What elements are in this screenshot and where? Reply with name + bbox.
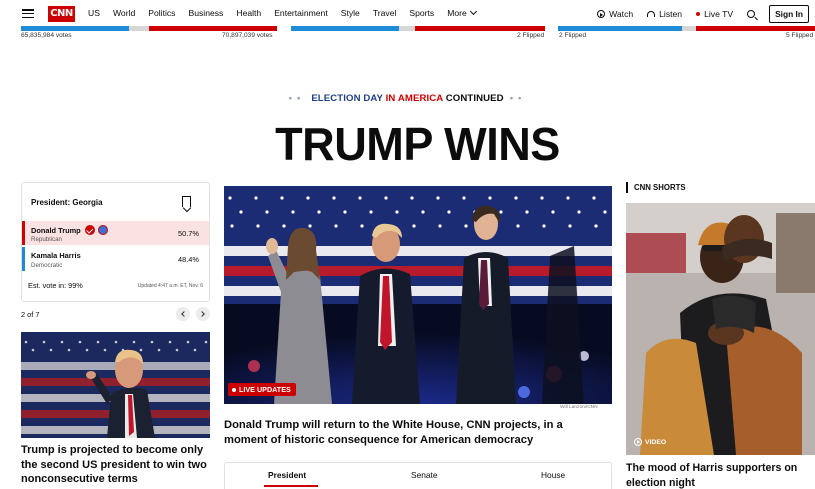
race-card-title: President: Georgia — [31, 198, 103, 207]
kicker-part2: IN AMERICA — [385, 93, 443, 104]
live-dot-icon — [232, 387, 236, 392]
updated-timestamp: Updated 4:47 a.m. ET, Nov. 6 — [137, 283, 203, 289]
photo-credit: Will Lanzoni/CNN — [560, 405, 598, 410]
carousel-prev-button[interactable] — [176, 307, 190, 321]
candidate-row-trump[interactable]: Donald Trump Republican 50.7% — [22, 221, 209, 245]
tab-house[interactable]: House — [541, 470, 565, 480]
chevron-down-icon — [469, 7, 477, 16]
small-story-headline[interactable]: Trump is projected to become only the se… — [21, 443, 210, 487]
nav-link-style[interactable]: Style — [341, 8, 360, 18]
nav-link-sports[interactable]: Sports — [409, 8, 434, 18]
headphones-icon — [647, 11, 656, 17]
listen-button[interactable]: Listen — [647, 9, 682, 19]
sign-in-button[interactable]: Sign In — [769, 5, 809, 23]
candidate-name: Kamala Harris — [31, 251, 81, 260]
nav-link-entertainment[interactable]: Entertainment — [274, 8, 328, 18]
main-story-headline[interactable]: Donald Trump will return to the White Ho… — [224, 418, 604, 447]
harris-supporters-photo[interactable] — [626, 203, 815, 455]
results-bar-gap-segment — [682, 26, 696, 31]
nav-link-us[interactable]: US — [88, 8, 100, 18]
candidate-name-text: Donald Trump — [31, 225, 81, 235]
nav-link-politics[interactable]: Politics — [148, 8, 175, 18]
rep-vote-total: 70,897,039 votes — [222, 32, 273, 39]
candidate-percent: 50.7% — [178, 229, 199, 238]
senate-flipped: 2 Flipped — [517, 32, 545, 39]
trump-pointing-photo-art — [21, 332, 210, 438]
nav-link-more[interactable]: More — [447, 7, 489, 18]
play-circle-icon — [634, 438, 642, 446]
short-video-headline[interactable]: The mood of Harris supporters on electio… — [626, 461, 815, 489]
results-bar-dem-segment — [558, 26, 682, 31]
nav-links: US World Politics Business Health Entert… — [88, 7, 502, 18]
nav-right: Watch Listen Live TV Sign In — [597, 5, 809, 23]
nav-link-health[interactable]: Health — [236, 8, 261, 18]
results-bar-senate — [291, 26, 545, 32]
top-nav: CNN US World Politics Business Health En… — [0, 0, 815, 28]
victory-stage-photo-art — [224, 186, 612, 404]
results-bar-rep-segment — [149, 26, 277, 31]
results-bar-rep-segment — [696, 26, 815, 31]
victory-stage-photo[interactable] — [224, 186, 612, 404]
watch-label: Watch — [609, 9, 634, 19]
results-bar-gap-segment — [399, 26, 415, 31]
page-headline[interactable]: TRUMP WINS — [8, 117, 815, 171]
carousel-next-button[interactable] — [196, 307, 210, 321]
shorts-section-label: CNN SHORTS — [626, 182, 686, 193]
winner-check-icon — [84, 225, 95, 235]
nav-link-business[interactable]: Business — [188, 8, 223, 18]
tab-senate[interactable]: Senate — [411, 470, 438, 480]
live-dot-icon — [696, 12, 701, 16]
live-tv-button[interactable]: Live TV — [696, 9, 733, 19]
flip-icon — [97, 225, 108, 235]
results-bar-house — [558, 26, 815, 32]
candidate-name: Donald Trump — [31, 225, 108, 235]
live-updates-label: LIVE UPDATES — [239, 385, 291, 394]
trump-pointing-photo[interactable] — [21, 332, 210, 438]
carousel-counter: 2 of 7 — [21, 310, 40, 319]
shorts-label-text: CNN SHORTS — [634, 183, 686, 192]
results-bar-gap-segment — [129, 26, 149, 31]
section-marker — [626, 182, 628, 193]
candidate-row-harris[interactable]: Kamala Harris Democratic 48.4% — [22, 247, 209, 271]
nav-link-travel[interactable]: Travel — [373, 8, 397, 18]
candidate-party: Democratic — [31, 262, 63, 269]
kicker-dots-right: •• — [509, 93, 527, 104]
video-tag: VIDEO — [634, 438, 666, 446]
results-bar-rep-segment — [415, 26, 545, 31]
bookmark-icon[interactable] — [182, 196, 191, 207]
listen-label: Listen — [659, 9, 683, 19]
dem-vote-total: 65,835,984 votes — [21, 32, 72, 39]
candidate-party: Republican — [31, 236, 62, 243]
live-updates-badge[interactable]: LIVE UPDATES — [228, 383, 296, 396]
results-bar-dem-segment — [21, 26, 129, 31]
race-card[interactable]: President: Georgia Donald Trump Republic… — [21, 182, 210, 302]
kicker-part3: CONTINUED — [445, 93, 504, 104]
harris-supporters-photo-art — [626, 203, 815, 455]
kicker-part1: ELECTION DAY — [311, 93, 383, 104]
menu-icon[interactable] — [22, 9, 34, 19]
kicker: •• ELECTION DAY IN AMERICA CONTINUED •• — [0, 93, 815, 104]
candidate-name-text: Kamala Harris — [31, 251, 81, 260]
estimated-vote: Est. vote in: 99% — [28, 281, 83, 290]
tab-president[interactable]: President — [268, 470, 306, 480]
watch-button[interactable]: Watch — [597, 9, 633, 19]
active-tab-indicator — [264, 485, 318, 487]
nav-link-world[interactable]: World — [113, 8, 135, 18]
house-flipped-dem: 2 Flipped — [559, 32, 587, 39]
chevron-left-icon — [181, 311, 187, 317]
house-flipped-rep: 5 Flipped — [786, 32, 814, 39]
video-tag-label: VIDEO — [645, 438, 667, 446]
cnn-logo[interactable]: CNN — [48, 6, 75, 22]
chevron-right-icon — [199, 311, 205, 317]
results-bar-dem-segment — [291, 26, 399, 31]
search-icon[interactable] — [747, 10, 756, 18]
party-color-bar — [22, 221, 25, 245]
kicker-dots-left: •• — [288, 93, 306, 104]
party-color-bar — [22, 247, 25, 271]
play-circle-icon — [597, 10, 606, 18]
nav-more-label: More — [447, 8, 467, 18]
results-tabs: President Senate House — [224, 462, 612, 489]
live-tv-label: Live TV — [704, 9, 734, 19]
candidate-percent: 48.4% — [178, 255, 199, 264]
